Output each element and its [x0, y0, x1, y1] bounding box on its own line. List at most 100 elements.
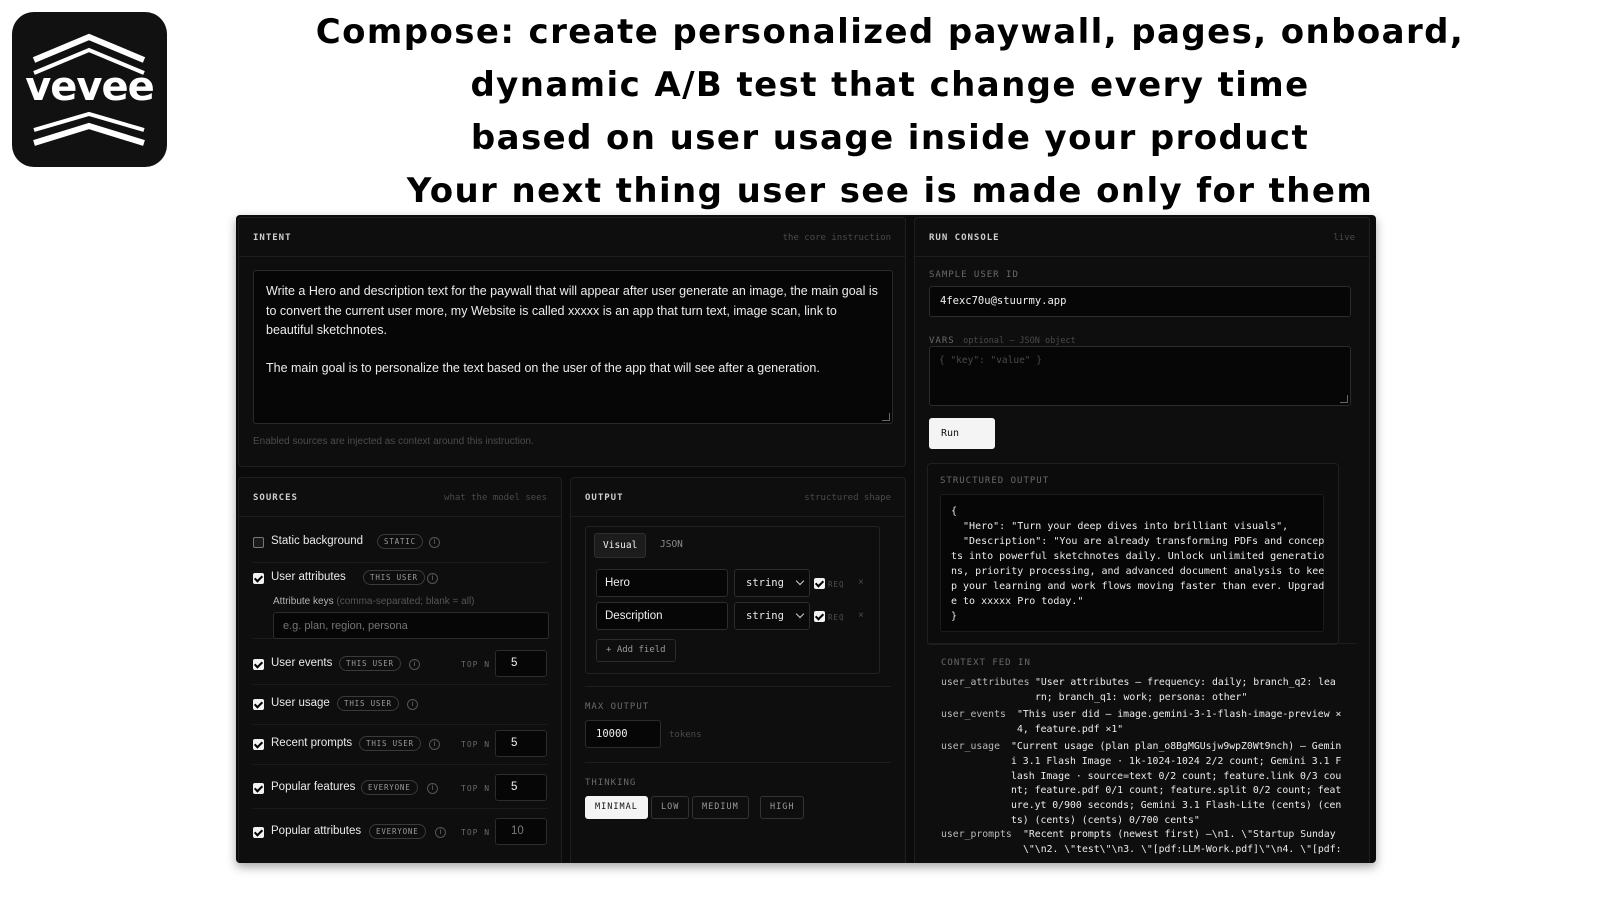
intent-note: Enabled sources are injected as context …: [253, 436, 534, 447]
source-badge: THIS USER: [359, 736, 421, 751]
logo-wordmark: vevee: [25, 64, 155, 110]
sources-panel: SOURCES what the model sees Static backg…: [238, 477, 562, 863]
attribute-keys-input[interactable]: [273, 612, 549, 639]
thinking-medium-option[interactable]: MEDIUM: [692, 796, 749, 819]
field-name-input[interactable]: Hero: [596, 569, 728, 597]
required-checkbox[interactable]: [814, 611, 825, 622]
intent-textarea[interactable]: Write a Hero and description text for th…: [253, 270, 893, 424]
output-hint: structured shape: [804, 493, 891, 503]
source-checkbox[interactable]: [253, 783, 264, 794]
info-icon[interactable]: i: [407, 699, 418, 710]
source-checkbox[interactable]: [253, 537, 264, 548]
vars-textarea[interactable]: { "key": "value" }: [929, 346, 1351, 406]
info-icon[interactable]: i: [427, 783, 438, 794]
context-row: user_prompts "Recent prompts (newest fir…: [927, 828, 1355, 858]
source-label: Static background: [271, 535, 364, 547]
top-n-input[interactable]: 5: [495, 650, 547, 677]
top-n-input[interactable]: 5: [495, 730, 547, 757]
source-badge: THIS USER: [339, 656, 401, 671]
tab-visual[interactable]: Visual: [594, 533, 647, 558]
top-n-input[interactable]: 10: [495, 818, 547, 845]
attribute-keys-label: Attribute keys (comma-separated; blank =…: [273, 596, 475, 607]
chevron-down-icon: [795, 576, 805, 586]
output-divider: [585, 762, 891, 763]
context-value: "Current usage (plan plan_o8BgMGUsjw9wpZ…: [1011, 741, 1342, 826]
console-divider: [927, 643, 1357, 644]
source-badge: THIS USER: [337, 696, 399, 711]
source-label: Popular attributes: [271, 825, 362, 837]
max-output-unit: tokens: [669, 730, 702, 740]
source-user-attributes[interactable]: User attributes THIS USER i Attribute ke…: [253, 562, 549, 639]
thinking-minimal-option[interactable]: MINIMAL: [585, 796, 648, 819]
top-n-label: TOP N: [461, 740, 491, 749]
info-icon[interactable]: i: [429, 537, 440, 548]
intent-panel: INTENT the core instruction Write a Hero…: [238, 217, 906, 467]
info-icon[interactable]: i: [429, 739, 440, 750]
source-checkbox[interactable]: [253, 827, 264, 838]
source-popular-features[interactable]: Popular features EVERYONE i TOP N 5: [253, 768, 547, 809]
output-editor: Visual JSON Hero string REQ × Descriptio…: [585, 526, 880, 674]
source-checkbox[interactable]: [253, 659, 264, 670]
top-n-input[interactable]: 5: [495, 774, 547, 801]
source-label: Popular features: [271, 781, 356, 793]
top-n-label: TOP N: [461, 660, 491, 669]
context-key: user_prompts: [941, 829, 1012, 840]
output-header: OUTPUT structured shape: [571, 478, 905, 517]
resize-handle-icon[interactable]: [882, 413, 890, 421]
headline: Compose: create personalized paywall, pa…: [180, 6, 1600, 218]
thinking-low-option[interactable]: LOW: [651, 796, 690, 819]
context-key: user_attributes: [941, 677, 1030, 688]
info-icon[interactable]: i: [409, 659, 420, 670]
resize-handle-icon[interactable]: [1340, 395, 1348, 403]
sources-hint: what the model sees: [444, 493, 547, 503]
field-type-value: string: [746, 610, 784, 622]
field-type-value: string: [746, 577, 784, 589]
structured-output-json: { "Hero": "Turn your deep dives into bri…: [940, 494, 1324, 632]
intent-paragraph: The main goal is to personalize the text…: [266, 360, 820, 375]
field-type-select[interactable]: string: [734, 602, 810, 630]
source-checkbox[interactable]: [253, 573, 264, 584]
sources-header: SOURCES what the model sees: [239, 478, 561, 517]
required-checkbox[interactable]: [814, 578, 825, 589]
source-recent-prompts[interactable]: Recent prompts THIS USER i TOP N 5: [253, 724, 547, 765]
vars-hint: optional — JSON object: [963, 336, 1076, 346]
field-type-select[interactable]: string: [734, 569, 810, 597]
run-button[interactable]: Run: [929, 418, 995, 449]
source-user-usage[interactable]: User usage THIS USER i: [253, 684, 547, 725]
headline-line: Your next thing user see is made only fo…: [406, 171, 1374, 211]
console-header: RUN CONSOLE live: [915, 218, 1369, 257]
attribute-keys-hint: (comma-separated; blank = all): [336, 596, 475, 607]
context-row: user_attributes "User attributes — frequ…: [927, 676, 1355, 706]
source-label: User events: [271, 657, 333, 669]
required-label: REQ: [828, 613, 845, 622]
sample-user-label: SAMPLE USER ID: [929, 270, 1019, 280]
source-checkbox[interactable]: [253, 699, 264, 710]
info-icon[interactable]: i: [427, 573, 438, 584]
compose-app-window: INTENT the core instruction Write a Hero…: [236, 215, 1376, 863]
info-icon[interactable]: i: [435, 827, 446, 838]
tab-json[interactable]: JSON: [652, 533, 691, 556]
source-badge: EVERYONE: [369, 824, 426, 839]
source-checkbox[interactable]: [253, 739, 264, 750]
sample-user-input[interactable]: 4fexc70u@stuurmy.app: [929, 286, 1351, 317]
max-output-label: MAX OUTPUT: [585, 702, 650, 712]
context-value: "User attributes — frequency: daily; bra…: [1035, 677, 1336, 703]
context-label: CONTEXT FED IN: [941, 658, 1031, 668]
output-panel: OUTPUT structured shape Visual JSON Hero…: [570, 477, 906, 863]
thinking-label: THINKING: [585, 778, 637, 788]
source-user-events[interactable]: User events THIS USER i TOP N 5: [253, 644, 547, 685]
remove-field-icon[interactable]: ×: [858, 577, 864, 588]
remove-field-icon[interactable]: ×: [858, 610, 864, 621]
thinking-high-option[interactable]: HIGH: [760, 796, 805, 819]
sources-title: SOURCES: [253, 493, 298, 503]
vars-placeholder: { "key": "value" }: [939, 355, 1042, 366]
console-title: RUN CONSOLE: [929, 233, 1000, 243]
field-name-input[interactable]: Description: [596, 602, 728, 630]
source-popular-attributes[interactable]: Popular attributes EVERYONE i TOP N 10: [253, 812, 547, 852]
source-static-background[interactable]: Static background STATIC i: [253, 522, 547, 563]
context-key: user_usage: [941, 741, 1000, 752]
max-output-input[interactable]: 10000: [585, 720, 661, 748]
source-badge: STATIC: [377, 534, 423, 549]
source-badge: THIS USER: [363, 570, 425, 585]
add-field-button[interactable]: + Add field: [596, 639, 676, 662]
